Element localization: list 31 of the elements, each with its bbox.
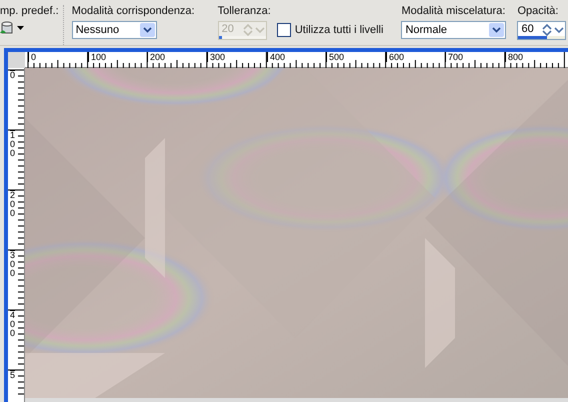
ruler-label: 400 bbox=[267, 52, 286, 62]
spinner-arrows-icon[interactable] bbox=[541, 23, 566, 37]
ruler-label: 400 bbox=[10, 310, 15, 338]
ruler-label: 700 bbox=[445, 52, 464, 62]
ruler-label: 500 bbox=[326, 52, 344, 62]
ruler-label: 0 bbox=[10, 70, 15, 80]
ruler-label: 300 bbox=[207, 52, 226, 62]
checkbox[interactable] bbox=[276, 23, 291, 37]
ruler-label: 100 bbox=[10, 130, 15, 158]
ruler-label: 300 bbox=[10, 250, 15, 278]
field-label: Modalità corrispondenza: bbox=[72, 5, 195, 18]
ruler-label: 200 bbox=[147, 52, 166, 62]
field-label: Modalità miscelatura: bbox=[401, 5, 506, 18]
spin-field[interactable]: 60 bbox=[517, 21, 566, 40]
ruler-label: 800 bbox=[505, 52, 524, 62]
ruler-label: 100 bbox=[88, 52, 106, 62]
chevron-down-icon bbox=[492, 27, 502, 33]
checkbox-label[interactable]: Utilizza tutti i livelli bbox=[294, 24, 384, 36]
ruler-label: 600 bbox=[386, 52, 404, 62]
dropdown[interactable]: Nessuno bbox=[72, 21, 157, 39]
caret-icon bbox=[17, 26, 24, 30]
field-label: Opacità: bbox=[517, 5, 560, 18]
ruler-corner bbox=[8, 52, 25, 68]
field-label: mp. predef.: bbox=[0, 5, 59, 18]
cylinder-icon bbox=[0, 21, 14, 35]
dropdown[interactable]: Normale bbox=[401, 21, 506, 39]
field-label: Tolleranza: bbox=[218, 5, 271, 18]
chevron-down-icon bbox=[142, 27, 152, 33]
ruler-label: 5 bbox=[10, 370, 15, 380]
ruler-label: 0 bbox=[28, 52, 36, 62]
ruler-label: 200 bbox=[10, 190, 15, 218]
